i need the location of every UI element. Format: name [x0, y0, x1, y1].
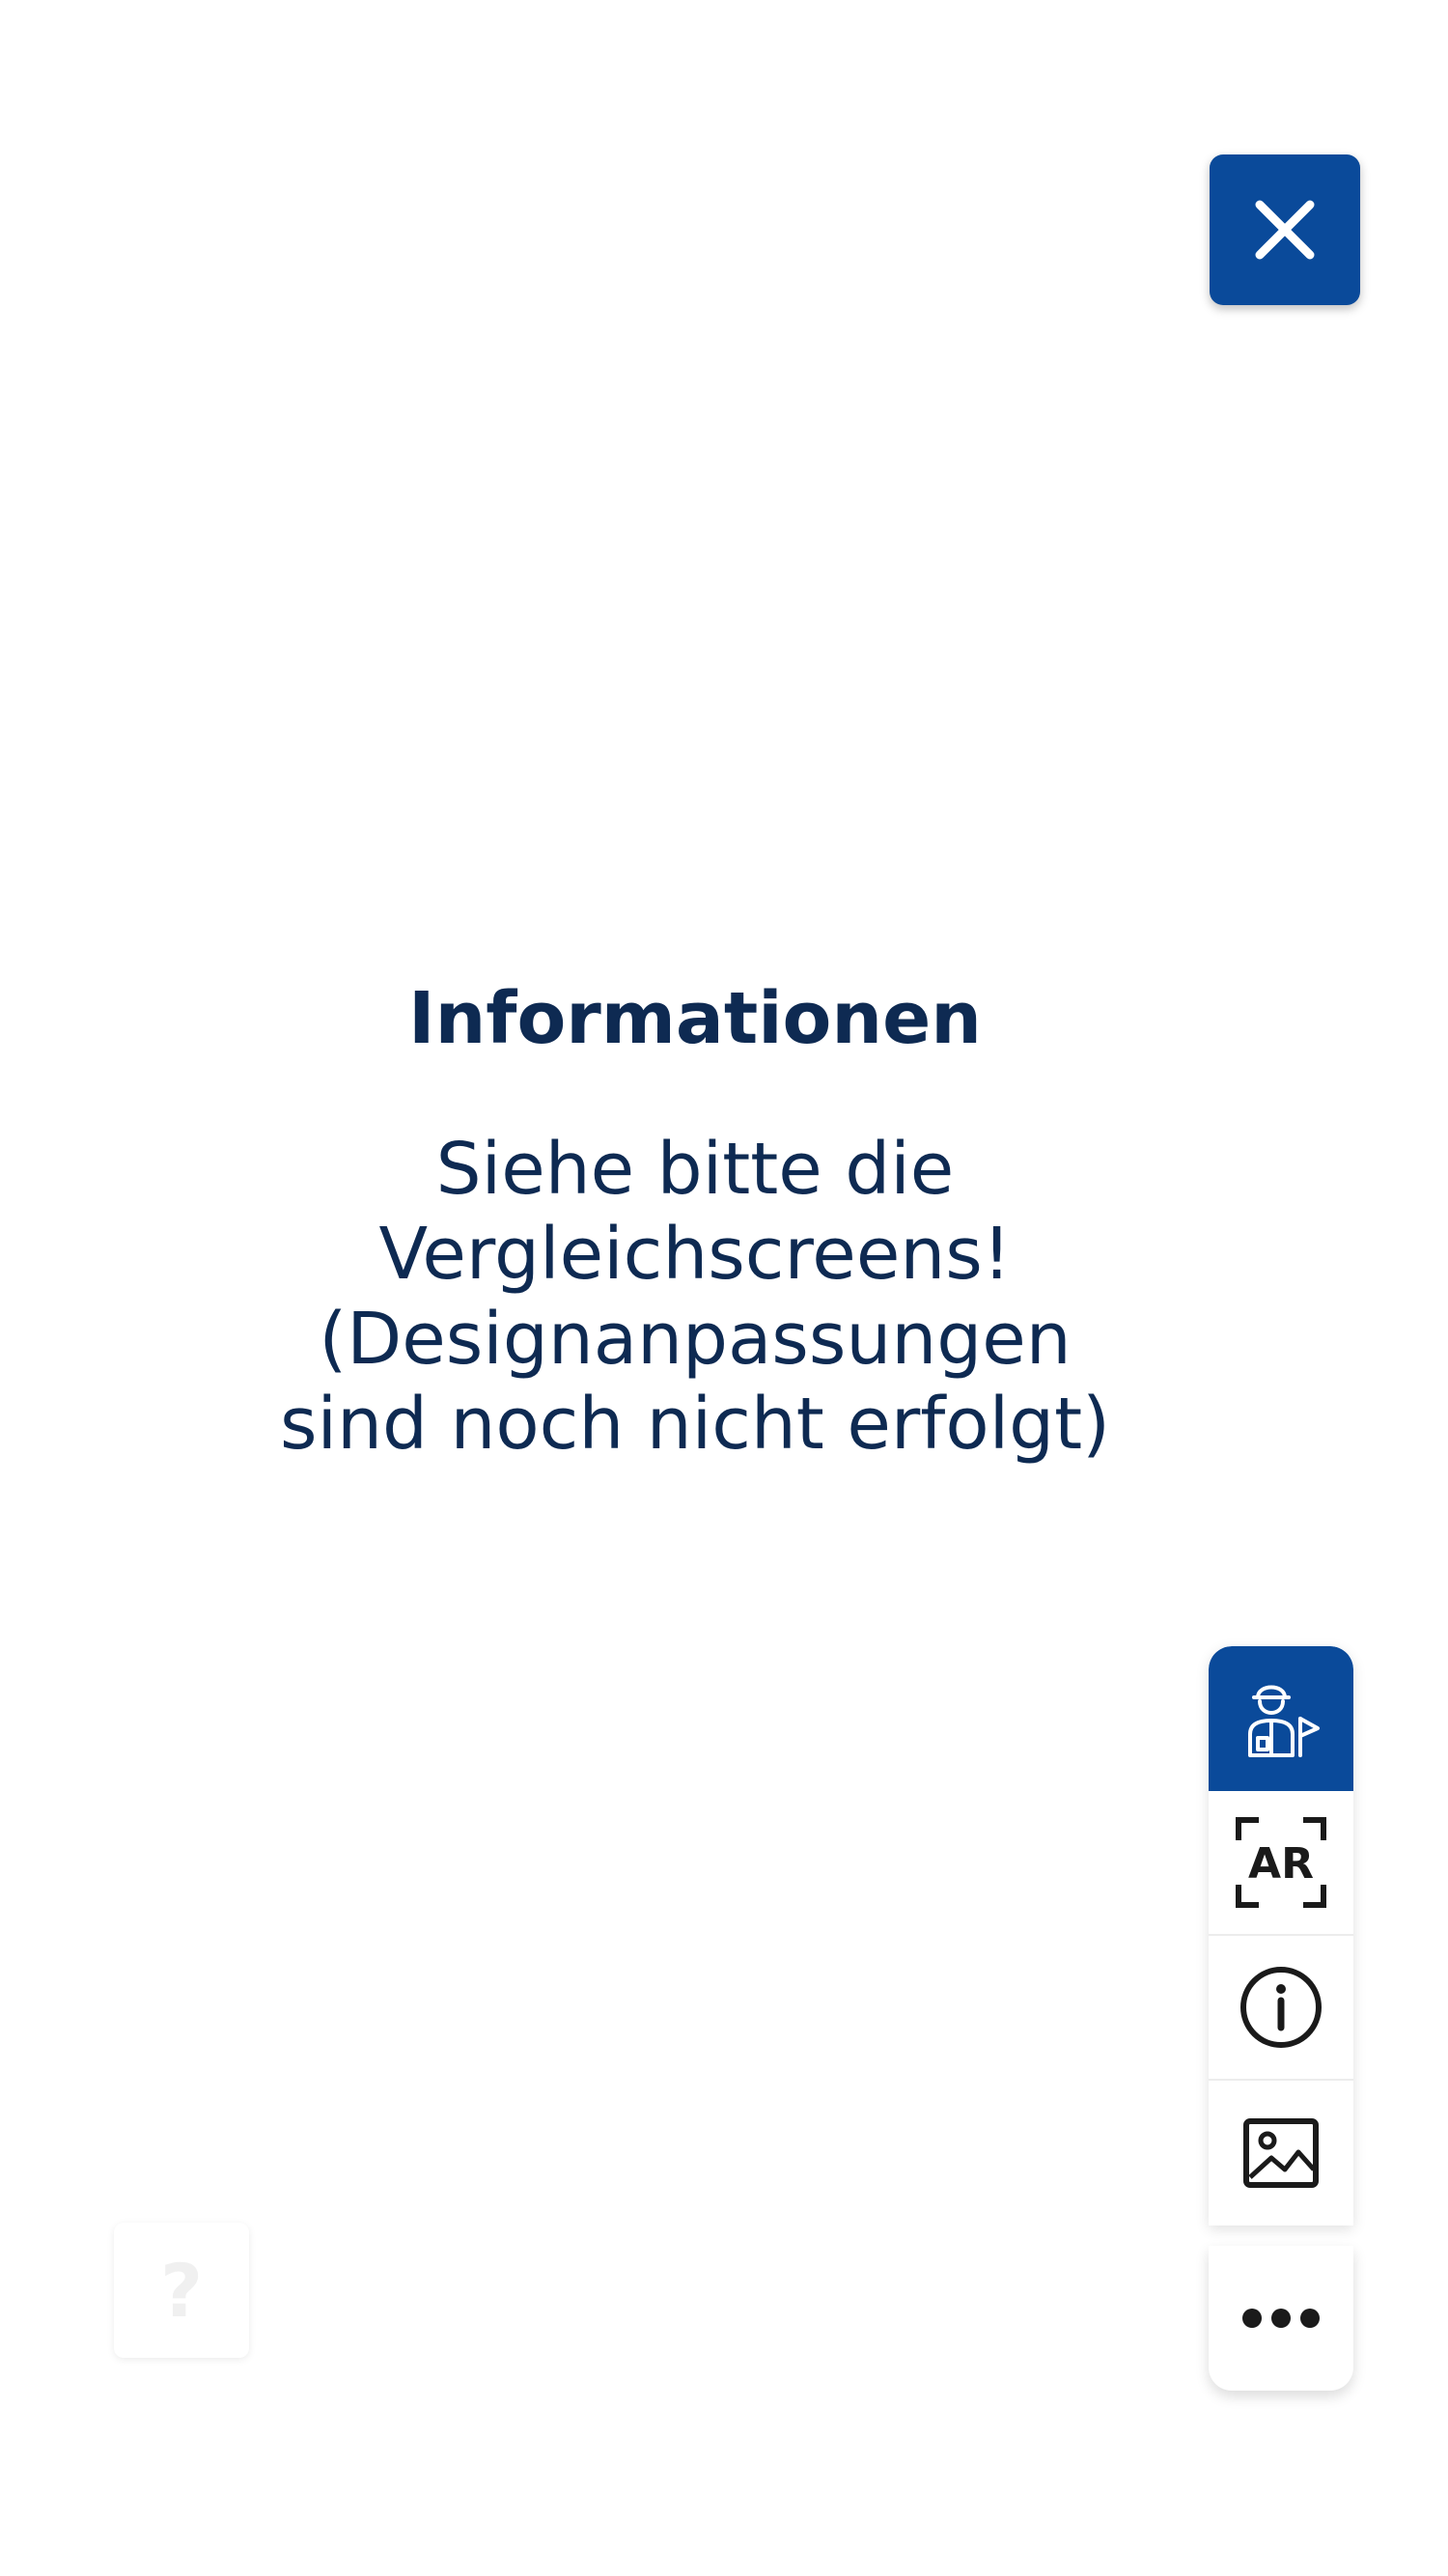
info-circle-icon [1240, 1967, 1322, 2048]
help-button[interactable]: ? [114, 2223, 249, 2358]
more-button[interactable] [1209, 2246, 1353, 2391]
close-icon [1255, 200, 1315, 260]
ar-tool-button[interactable]: AR [1209, 1791, 1353, 1936]
info-body: Siehe bitte die Vergleichscreens! (Desig… [145, 1127, 1245, 1467]
info-body-line: sind noch nicht erfolgt) [279, 1383, 1111, 1466]
image-tool-button[interactable] [1209, 2081, 1353, 2226]
side-toolbar: AR [1209, 1646, 1353, 2226]
ar-label: AR [1248, 1839, 1314, 1889]
guide-person-flag-icon [1248, 1685, 1320, 1757]
guide-tool-button[interactable] [1209, 1646, 1353, 1791]
info-body-line: Siehe bitte die [435, 1128, 955, 1211]
info-title: Informationen [408, 977, 982, 1060]
image-icon [1243, 2118, 1319, 2188]
close-button[interactable] [1210, 154, 1360, 305]
info-body-line: Vergleichscreens! [378, 1213, 1012, 1296]
ar-scan-icon: AR [1236, 1817, 1326, 1908]
info-body-line: (Designanpassungen [319, 1298, 1072, 1381]
more-dots-icon [1242, 2309, 1320, 2328]
info-tool-button[interactable] [1209, 1936, 1353, 2081]
info-panel: Informationen Siehe bitte die Vergleichs… [145, 961, 1245, 1467]
help-icon: ? [159, 2247, 204, 2334]
